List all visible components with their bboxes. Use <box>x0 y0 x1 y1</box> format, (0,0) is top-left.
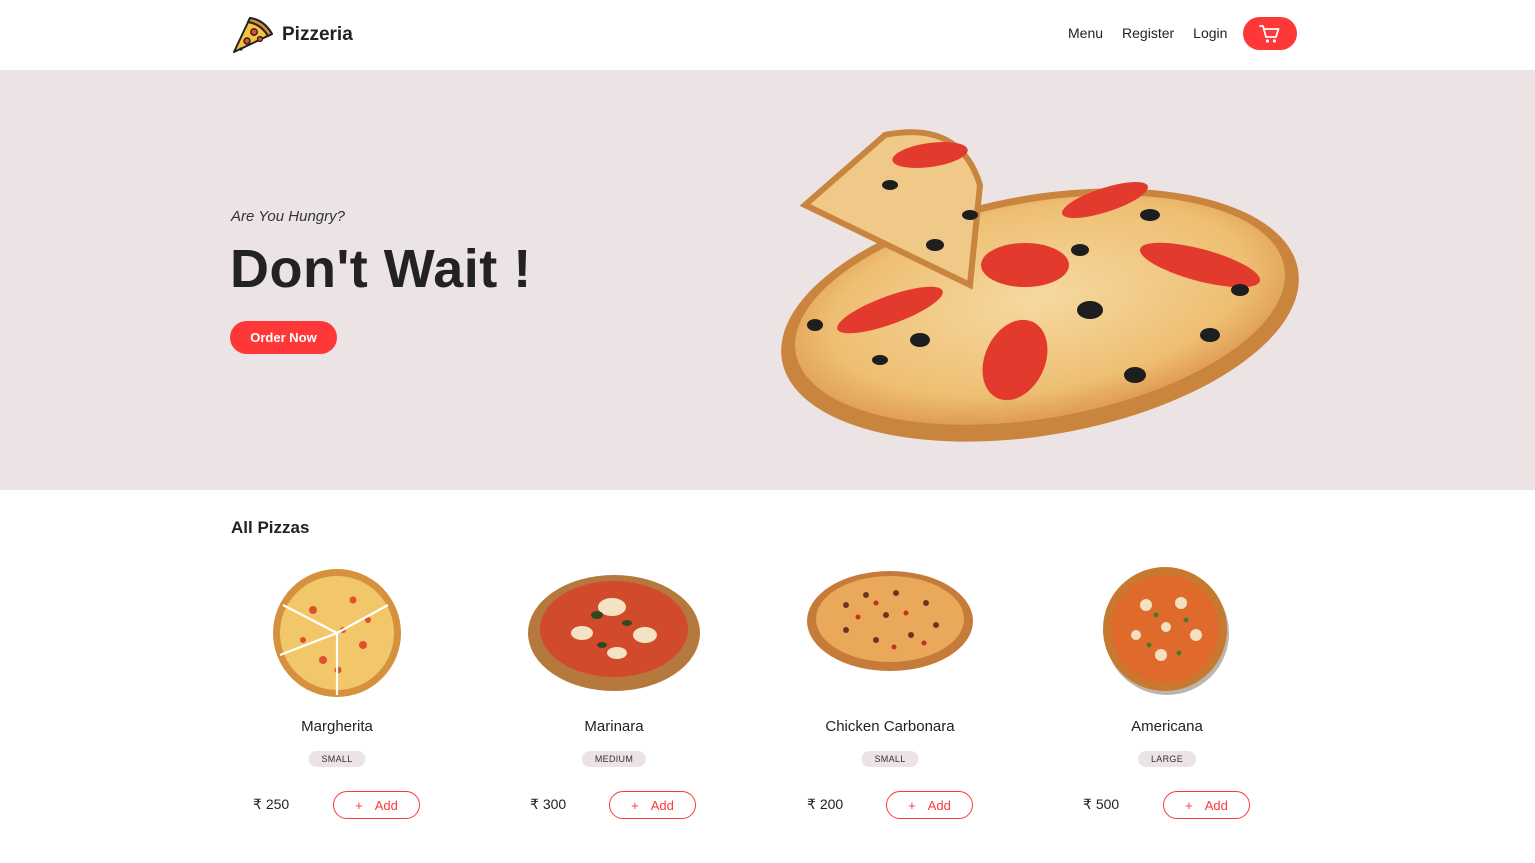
add-to-cart-button[interactable]: + Add <box>886 791 973 819</box>
product-name: Marinara <box>584 718 644 735</box>
plus-icon: + <box>631 797 639 813</box>
price-value: 300 <box>542 796 567 812</box>
plus-icon: + <box>355 797 363 813</box>
product-name: Americana <box>1131 718 1203 735</box>
product-card: Americana LARGE ₹ 500 + Add <box>1052 565 1282 835</box>
currency-symbol: ₹ <box>1083 796 1092 812</box>
product-card: Chicken Carbonara SMALL ₹ 200 + Add <box>775 565 1005 835</box>
add-label: Add <box>374 797 398 813</box>
price-value: 500 <box>1095 796 1120 812</box>
margherita-pizza-image <box>273 569 401 697</box>
size-badge: SMALL <box>861 751 919 767</box>
nav-link-register[interactable]: Register <box>1122 25 1174 41</box>
marinara-pizza-image <box>528 575 700 691</box>
section-title-all-pizzas: All Pizzas <box>231 518 310 537</box>
product-name: Margherita <box>301 718 373 735</box>
hero-pizza-image <box>781 129 1299 442</box>
order-now-button[interactable]: Order Now <box>230 321 337 354</box>
size-badge: SMALL <box>308 751 366 767</box>
hero-kicker: Are You Hungry? <box>231 208 345 225</box>
plus-icon: + <box>1185 797 1193 813</box>
brand-logo[interactable]: Pizzeria <box>230 12 353 58</box>
product-price: ₹ 300 <box>530 796 566 813</box>
price-value: 250 <box>265 796 290 812</box>
pizza-slice-icon <box>233 17 273 53</box>
currency-symbol: ₹ <box>253 796 262 812</box>
add-label: Add <box>650 797 674 813</box>
product-price: ₹ 200 <box>807 796 843 813</box>
product-price: ₹ 250 <box>253 796 289 813</box>
add-label: Add <box>927 797 951 813</box>
product-card: Marinara MEDIUM ₹ 300 + Add <box>499 565 729 835</box>
navbar: Pizzeria Menu Register Login <box>0 0 1535 70</box>
brand-name: Pizzeria <box>282 24 353 45</box>
product-card: Margherita SMALL ₹ 250 + Add <box>222 565 452 835</box>
cart-button[interactable] <box>1243 17 1297 50</box>
product-price: ₹ 500 <box>1083 796 1119 813</box>
add-to-cart-button[interactable]: + Add <box>1163 791 1250 819</box>
add-label: Add <box>1204 797 1228 813</box>
currency-symbol: ₹ <box>807 796 816 812</box>
nav-link-menu[interactable]: Menu <box>1068 25 1103 41</box>
add-to-cart-button[interactable]: + Add <box>333 791 420 819</box>
cart-icon <box>1259 24 1280 43</box>
add-to-cart-button[interactable]: + Add <box>609 791 696 819</box>
nav-link-login[interactable]: Login <box>1193 25 1227 41</box>
hero-banner: Are You Hungry? Don't Wait ! Order Now <box>0 70 1535 490</box>
hero-title: Don't Wait ! <box>230 239 532 299</box>
price-value: 200 <box>819 796 844 812</box>
plus-icon: + <box>908 797 916 813</box>
size-badge: LARGE <box>1137 751 1197 767</box>
americana-pizza-image <box>1103 567 1229 695</box>
currency-symbol: ₹ <box>530 796 539 812</box>
chicken-carbonara-pizza-image <box>807 571 973 671</box>
size-badge: MEDIUM <box>581 751 647 767</box>
product-name: Chicken Carbonara <box>825 718 955 735</box>
nav-links: Menu Register Login <box>1068 25 1227 41</box>
